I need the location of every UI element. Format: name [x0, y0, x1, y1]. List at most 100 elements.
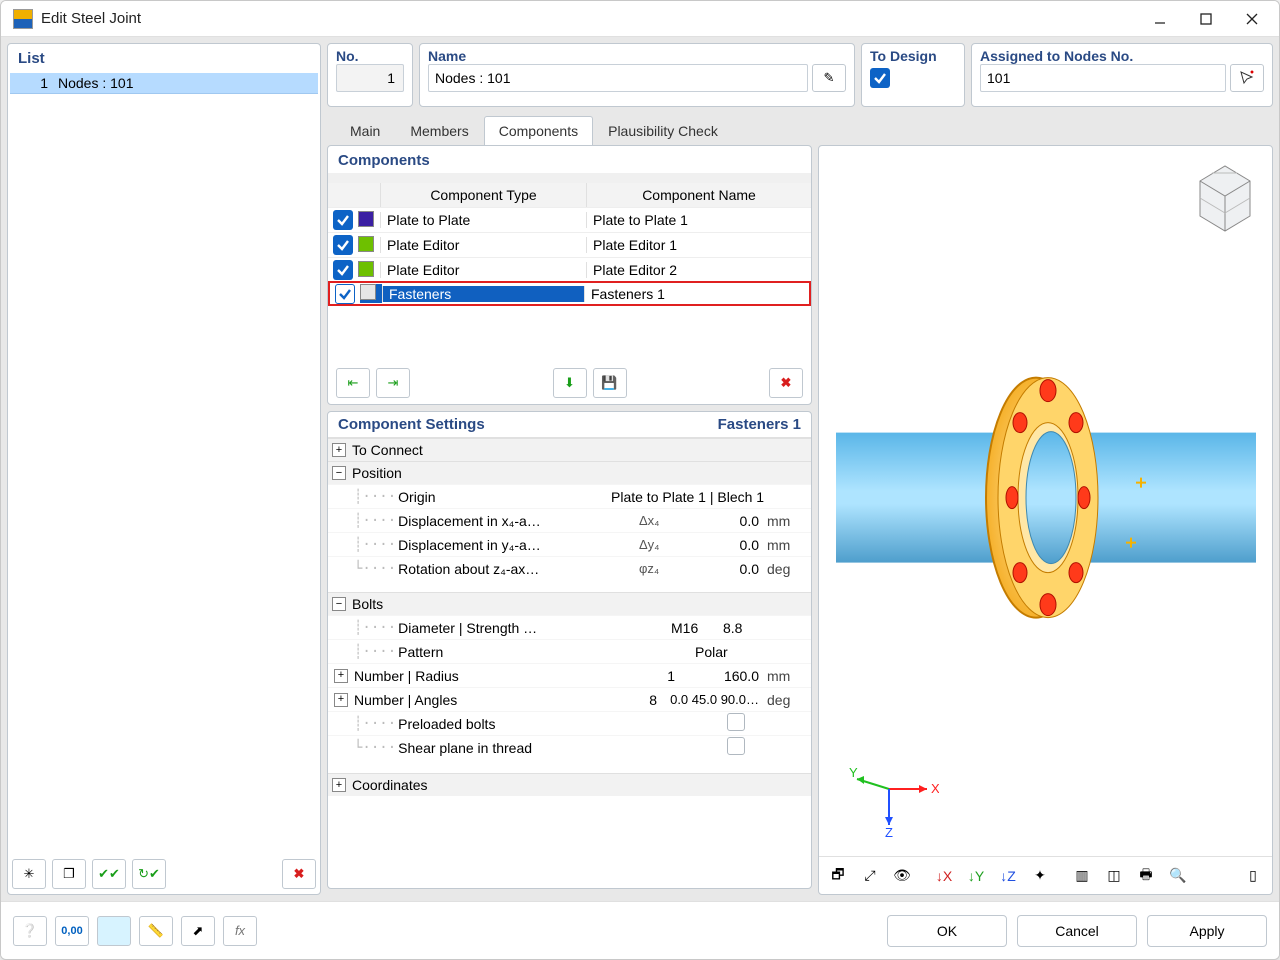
- help-button[interactable]: ❔: [13, 916, 47, 946]
- new-item-button[interactable]: ✳: [12, 859, 46, 889]
- pick-nodes-button[interactable]: [1230, 64, 1264, 92]
- units-button[interactable]: 0,00: [55, 916, 89, 946]
- tab-components[interactable]: Components: [484, 116, 593, 145]
- save-button[interactable]: 💾: [593, 368, 627, 398]
- import-button[interactable]: ⬇: [553, 368, 587, 398]
- th-component-name: Component Name: [586, 183, 811, 207]
- close-button[interactable]: [1229, 3, 1275, 35]
- view-tool-5[interactable]: ▥: [1067, 861, 1097, 891]
- row-color-swatch: [358, 211, 374, 227]
- prop-preloaded[interactable]: ┊···· Preloaded bolts: [328, 711, 811, 735]
- print-button[interactable]: 🖶: [1131, 861, 1161, 891]
- no-field: 1: [336, 64, 404, 92]
- prop-rz[interactable]: └···· Rotation about z₄-ax… φz₄ 0.0 deg: [328, 556, 811, 580]
- delete-item-button[interactable]: ✖: [282, 859, 316, 889]
- prop-diameter[interactable]: ┊···· Diameter | Strength … M16 8.8: [328, 615, 811, 639]
- list-header: List: [8, 44, 320, 71]
- view-tool-2[interactable]: ⤢: [855, 861, 885, 891]
- tab-members[interactable]: Members: [395, 116, 483, 145]
- row-checkbox[interactable]: [333, 235, 353, 255]
- dialog-footer: ❔ 0,00 📏 ⬈ fx OK Cancel Apply: [1, 901, 1279, 959]
- export-button[interactable]: ⬈: [181, 916, 215, 946]
- assigned-field[interactable]: 101: [980, 64, 1226, 92]
- todesign-panel: To Design: [861, 43, 965, 107]
- view-tool-3[interactable]: 👁: [887, 861, 917, 891]
- components-toolbar: ⇤ ⇥ ⬇ 💾 ✖: [328, 362, 811, 404]
- view-tool-6[interactable]: ◫: [1099, 861, 1129, 891]
- copy-item-button[interactable]: ❐: [52, 859, 86, 889]
- edit-name-button[interactable]: ✎: [812, 64, 846, 92]
- list-toolbar: ✳ ❐ ✔✔ ↻✔ ✖: [8, 854, 320, 894]
- view-y-button[interactable]: ↓Y: [961, 861, 991, 891]
- apply-button[interactable]: Apply: [1147, 915, 1267, 947]
- expander-icon[interactable]: +: [332, 443, 346, 457]
- expander-icon[interactable]: −: [332, 597, 346, 611]
- prop-number-radius[interactable]: + Number | Radius 1 160.0 mm: [328, 663, 811, 687]
- prop-dx[interactable]: ┊···· Displacement in x₄-a… Δx₄ 0.0 mm: [328, 508, 811, 532]
- prop-pattern[interactable]: ┊···· Pattern Polar: [328, 639, 811, 663]
- expander-icon[interactable]: +: [334, 669, 348, 683]
- name-panel: Name Nodes : 101 ✎: [419, 43, 855, 107]
- group-coordinates[interactable]: + Coordinates: [328, 773, 811, 796]
- expander-icon[interactable]: +: [332, 778, 346, 792]
- fx-button[interactable]: fx: [223, 916, 257, 946]
- view-iso-button[interactable]: ✦: [1025, 861, 1055, 891]
- expander-icon[interactable]: +: [334, 693, 348, 707]
- tab-main[interactable]: Main: [335, 116, 395, 145]
- preloaded-checkbox[interactable]: [727, 713, 745, 731]
- prop-dy[interactable]: ┊···· Displacement in y₄-a… Δy₄ 0.0 mm: [328, 532, 811, 556]
- move-down-button[interactable]: ⇥: [376, 368, 410, 398]
- tab-plausibility[interactable]: Plausibility Check: [593, 116, 733, 145]
- view-z-button[interactable]: ↓Z: [993, 861, 1023, 891]
- shear-checkbox[interactable]: [727, 737, 745, 755]
- check-green-button[interactable]: ✔✔: [92, 859, 126, 889]
- name-field[interactable]: Nodes : 101: [428, 64, 808, 92]
- components-panel: Components Component Type Component Name: [327, 145, 812, 405]
- view-tool-1[interactable]: 🗗: [823, 861, 853, 891]
- list-item[interactable]: 1 Nodes : 101: [10, 73, 318, 94]
- todesign-label: To Design: [870, 48, 956, 64]
- row-color-swatch: [358, 261, 374, 277]
- component-row[interactable]: Plate Editor Plate Editor 2: [328, 257, 811, 282]
- row-checkbox[interactable]: [333, 260, 353, 280]
- prop-shear[interactable]: └···· Shear plane in thread: [328, 735, 811, 759]
- prop-origin[interactable]: ┊···· Origin Plate to Plate 1 | Blech 1: [328, 484, 811, 508]
- minimize-button[interactable]: [1137, 3, 1183, 35]
- view-tool-8[interactable]: 🔍: [1163, 861, 1193, 891]
- group-to-connect[interactable]: + To Connect: [328, 438, 811, 461]
- preview-toolbar: 🗗 ⤢ 👁 ↓X ↓Y ↓Z ✦ ▥ ◫: [819, 856, 1272, 894]
- edit-steel-joint-dialog: Edit Steel Joint List 1 Nodes : 101 ✳: [0, 0, 1280, 960]
- th-component-type: Component Type: [380, 183, 586, 207]
- row-color-swatch: [358, 236, 374, 252]
- app-icon: [13, 9, 33, 29]
- delete-component-button[interactable]: ✖: [769, 368, 803, 398]
- row-color-swatch: [360, 284, 376, 300]
- group-bolts[interactable]: − Bolts: [328, 592, 811, 615]
- preview-3d-view[interactable]: X Y Z: [819, 146, 1272, 856]
- view-x-button[interactable]: ↓X: [929, 861, 959, 891]
- group-position[interactable]: − Position: [328, 461, 811, 484]
- color-button[interactable]: [97, 916, 131, 946]
- maximize-button[interactable]: [1183, 3, 1229, 35]
- components-header-row: Component Type Component Name: [328, 183, 811, 207]
- titlebar: Edit Steel Joint: [1, 1, 1279, 37]
- ok-button[interactable]: OK: [887, 915, 1007, 947]
- cancel-button[interactable]: Cancel: [1017, 915, 1137, 947]
- tab-strip: Main Members Components Plausibility Che…: [327, 113, 1273, 145]
- row-checkbox[interactable]: [335, 284, 355, 304]
- component-row-selected[interactable]: Fasteners Fasteners 1: [328, 281, 811, 306]
- component-row[interactable]: Plate Editor Plate Editor 1: [328, 232, 811, 257]
- axis-triad: X Y Z: [849, 759, 939, 844]
- expander-icon[interactable]: −: [332, 466, 346, 480]
- row-checkbox[interactable]: [333, 210, 353, 230]
- component-settings-panel: Component Settings Fasteners 1 + To Conn…: [327, 411, 812, 889]
- view-tool-last[interactable]: ▯: [1238, 861, 1268, 891]
- preview-panel: X Y Z 🗗 ⤢: [818, 145, 1273, 895]
- prop-number-angles[interactable]: + Number | Angles 8 0.0 45.0 90.0… deg: [328, 687, 811, 711]
- check-refresh-button[interactable]: ↻✔: [132, 859, 166, 889]
- assigned-label: Assigned to Nodes No.: [980, 48, 1264, 64]
- ruler-button[interactable]: 📏: [139, 916, 173, 946]
- todesign-checkbox[interactable]: [870, 68, 890, 88]
- move-up-button[interactable]: ⇤: [336, 368, 370, 398]
- component-row[interactable]: Plate to Plate Plate to Plate 1: [328, 207, 811, 232]
